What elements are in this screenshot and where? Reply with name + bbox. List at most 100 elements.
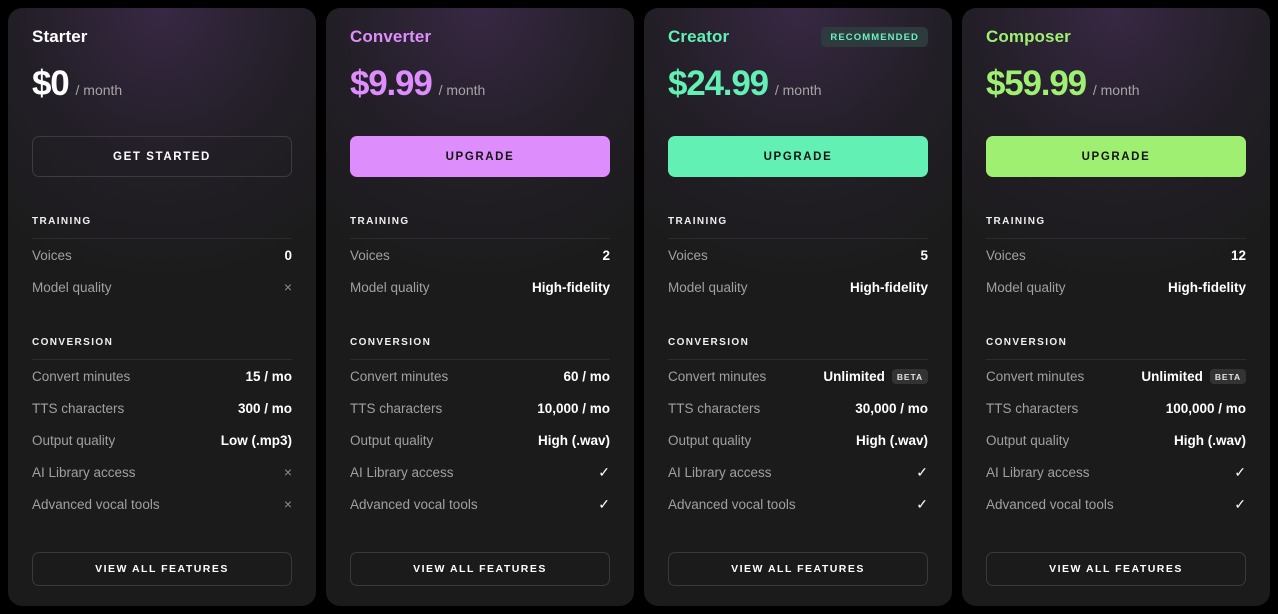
section-title-conversion: CONVERSION <box>668 337 928 360</box>
feature-row: Voices 12 <box>986 239 1246 271</box>
card-spacer <box>350 520 610 552</box>
feature-row: AI Library access ✓ <box>986 456 1246 488</box>
card-spacer <box>32 520 292 552</box>
plan-card-composer: Composer $59.99/ month UPGRADE TRAINING Voic… <box>962 8 1270 606</box>
section-title-training: TRAINING <box>350 216 610 239</box>
price-amount: $9.99 <box>350 64 433 103</box>
feature-value-text: High-fidelity <box>532 279 610 295</box>
feature-row: AI Library access × <box>32 456 292 488</box>
feature-label: TTS characters <box>668 400 761 416</box>
upgrade-button[interactable]: UPGRADE <box>986 136 1246 177</box>
view-all-features-button[interactable]: VIEW ALL FEATURES <box>350 552 610 586</box>
upgrade-button[interactable]: UPGRADE <box>668 136 928 177</box>
feature-value-text: 100,000 / mo <box>1165 400 1246 416</box>
feature-value: 12 <box>1223 248 1246 263</box>
feature-value: High-fidelity <box>524 280 610 295</box>
feature-row: Advanced vocal tools ✓ <box>350 488 610 520</box>
section-title-training: TRAINING <box>32 216 292 239</box>
feature-row: Advanced vocal tools × <box>32 488 292 520</box>
price-row: $9.99 / month <box>350 66 610 106</box>
feature-label: Advanced vocal tools <box>668 496 796 512</box>
feature-row: Voices 5 <box>668 239 928 271</box>
plan-name: Composer <box>986 26 1071 46</box>
feature-label: Convert minutes <box>350 368 449 384</box>
price-period: / month <box>1092 82 1140 98</box>
price-row: $0 / month <box>32 66 292 106</box>
feature-row: Output quality High (.wav) <box>350 424 610 456</box>
feature-value-text: ✓ <box>916 495 928 512</box>
feature-row: Convert minutes Unlimited BETA <box>986 360 1246 392</box>
feature-label: Output quality <box>32 432 116 448</box>
feature-value: 300 / mo <box>230 401 292 416</box>
card-header: Composer <box>986 26 1246 48</box>
feature-label: Output quality <box>986 432 1070 448</box>
feature-row: Output quality Low (.mp3) <box>32 424 292 456</box>
feature-label: Advanced vocal tools <box>986 496 1114 512</box>
price-row: $59.99 / month <box>986 66 1246 106</box>
feature-value-text: Unlimited <box>823 368 885 384</box>
feature-label: Output quality <box>350 432 434 448</box>
plan-card-creator: Creator RECOMMENDED $24.99 / month UPGRADE TR… <box>644 8 952 606</box>
section-title-conversion: CONVERSION <box>986 337 1246 360</box>
feature-label: AI Library access <box>32 464 136 480</box>
feature-label: Convert minutes <box>668 368 767 384</box>
section-title-conversion: CONVERSION <box>350 337 610 360</box>
feature-value: 10,000 / mo <box>529 401 610 416</box>
feature-value-text: ✓ <box>598 495 610 512</box>
feature-label: Model quality <box>668 279 748 295</box>
beta-badge: BETA <box>1209 368 1246 384</box>
view-all-features-button[interactable]: VIEW ALL FEATURES <box>986 552 1246 586</box>
feature-label: TTS characters <box>986 400 1079 416</box>
feature-row: Output quality High (.wav) <box>986 424 1246 456</box>
feature-cross-icon: × <box>276 464 292 480</box>
feature-row: TTS characters 100,000 / mo <box>986 392 1246 424</box>
plan-name: Starter <box>32 26 88 46</box>
view-all-features-button[interactable]: VIEW ALL FEATURES <box>32 552 292 586</box>
get-started-button[interactable]: GET STARTED <box>32 136 292 177</box>
beta-badge: BETA <box>891 368 928 384</box>
pricing-plans-grid: Starter $0/ month GET STARTED TRAINING Voice… <box>0 0 1278 614</box>
feature-value-text: ✓ <box>1234 463 1246 480</box>
feature-check-icon: ✓ <box>1226 496 1246 513</box>
feature-value: 60 / mo <box>555 369 610 384</box>
feature-value: 15 / mo <box>237 369 292 384</box>
feature-label: Advanced vocal tools <box>350 496 478 512</box>
section-title-training: TRAINING <box>668 216 928 239</box>
section-title-conversion: CONVERSION <box>32 337 292 360</box>
feature-row: Convert minutes 15 / mo <box>32 360 292 392</box>
feature-value-text: High-fidelity <box>850 279 928 295</box>
feature-cross-icon: × <box>276 496 292 512</box>
feature-row: Model quality High-fidelity <box>350 271 610 303</box>
feature-cross-icon: × <box>276 279 292 295</box>
feature-value: 30,000 / mo <box>847 401 928 416</box>
feature-label: Model quality <box>350 279 430 295</box>
feature-label: Advanced vocal tools <box>32 496 160 512</box>
feature-value: High-fidelity <box>1160 280 1246 295</box>
feature-value: 0 <box>276 248 292 263</box>
plan-card-starter: Starter $0/ month GET STARTED TRAINING Voice… <box>8 8 316 606</box>
feature-value-text: High (.wav) <box>855 432 928 448</box>
feature-row: Voices 0 <box>32 239 292 271</box>
feature-value-text: 5 <box>920 247 928 263</box>
feature-label: Voices <box>32 247 72 263</box>
view-all-features-button[interactable]: VIEW ALL FEATURES <box>668 552 928 586</box>
upgrade-button[interactable]: UPGRADE <box>350 136 610 177</box>
price-amount: $24.99 <box>668 64 769 103</box>
feature-row: TTS characters 30,000 / mo <box>668 392 928 424</box>
feature-value-text: Low (.mp3) <box>220 432 292 448</box>
feature-label: AI Library access <box>668 464 772 480</box>
feature-row: Advanced vocal tools ✓ <box>668 488 928 520</box>
feature-value: Low (.mp3) <box>213 433 292 448</box>
feature-label: Voices <box>986 247 1026 263</box>
feature-label: Model quality <box>986 279 1066 295</box>
feature-value: 100,000 / mo <box>1158 401 1246 416</box>
feature-value: 2 <box>594 248 610 263</box>
feature-value: High-fidelity <box>842 280 928 295</box>
feature-value-text: 30,000 / mo <box>855 400 928 416</box>
price-amount: $0 <box>32 64 70 103</box>
price-amount: $59.99 <box>986 64 1087 103</box>
feature-check-icon: ✓ <box>590 464 610 481</box>
feature-row: Voices 2 <box>350 239 610 271</box>
card-spacer <box>986 520 1246 552</box>
plan-name: Creator <box>668 26 730 46</box>
